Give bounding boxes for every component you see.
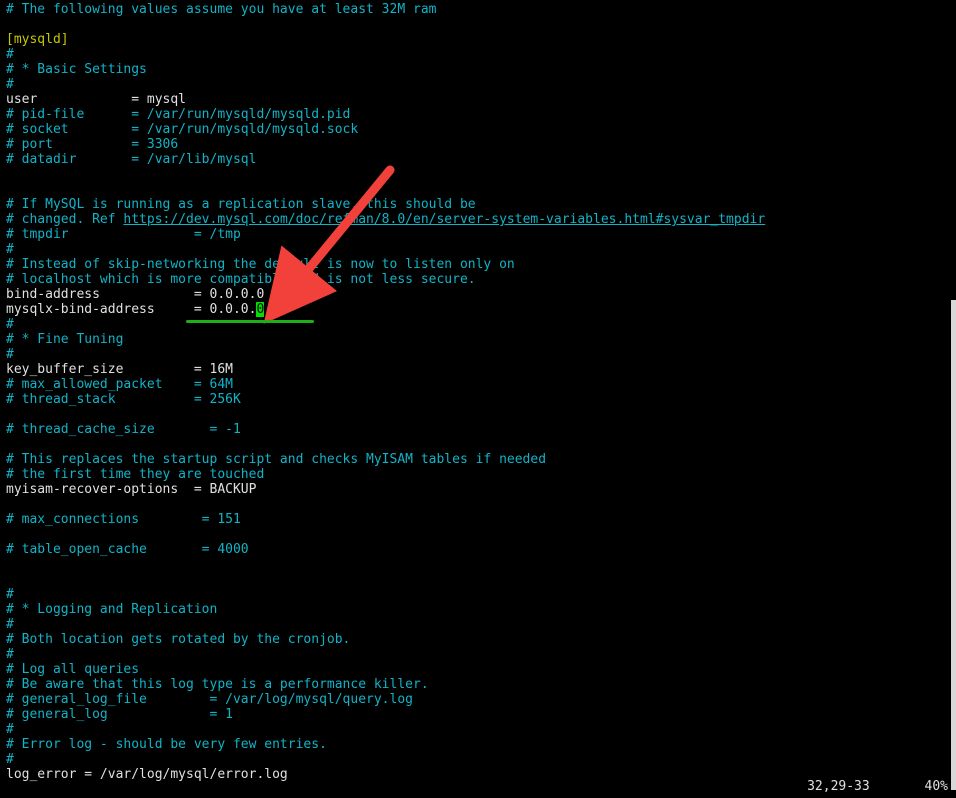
vim-cursor-position: 32,29-33 <box>807 779 870 794</box>
editor-line: # <box>6 47 950 62</box>
editor-line <box>6 527 950 542</box>
editor-line: # general_log = 1 <box>6 707 950 722</box>
editor-line: # tmpdir = /tmp <box>6 227 950 242</box>
editor-line: # * Logging and Replication <box>6 602 950 617</box>
editor-line: # general_log_file = /var/log/mysql/quer… <box>6 692 950 707</box>
editor-line: # changed. Ref https://dev.mysql.com/doc… <box>6 212 950 227</box>
editor-line: myisam-recover-options = BACKUP <box>6 482 950 497</box>
editor-line: # localhost which is more compatible and… <box>6 272 950 287</box>
editor-line: # the first time they are touched <box>6 467 950 482</box>
editor-line: # <box>6 647 950 662</box>
editor-line: # thread_stack = 256K <box>6 392 950 407</box>
editor-line: # Log all queries <box>6 662 950 677</box>
editor-line: user = mysql <box>6 92 950 107</box>
editor-line: # This replaces the startup script and c… <box>6 452 950 467</box>
editor-line: # Both location gets rotated by the cron… <box>6 632 950 647</box>
vim-status-bar: 32,29-33 40% <box>791 764 948 794</box>
editor-line: # <box>6 242 950 257</box>
editor-line: # port = 3306 <box>6 137 950 152</box>
editor-line <box>6 17 950 32</box>
terminal-editor-viewport[interactable]: # The following values assume you have a… <box>0 0 956 784</box>
editor-line <box>6 437 950 452</box>
editor-line <box>6 572 950 587</box>
text-cursor: 0 <box>256 302 264 317</box>
scrollbar[interactable] <box>951 0 956 798</box>
editor-line: # pid-file = /var/run/mysqld/mysqld.pid <box>6 107 950 122</box>
editor-line <box>6 407 950 422</box>
editor-line: # Error log - should be very few entries… <box>6 737 950 752</box>
editor-line: # <box>6 317 950 332</box>
editor-line: # <box>6 587 950 602</box>
vim-scroll-percent: 40% <box>925 779 948 794</box>
editor-line: # The following values assume you have a… <box>6 2 950 17</box>
editor-line: # socket = /var/run/mysqld/mysqld.sock <box>6 122 950 137</box>
editor-line: # datadir = /var/lib/mysql <box>6 152 950 167</box>
editor-line: # thread_cache_size = -1 <box>6 422 950 437</box>
editor-line: # Be aware that this log type is a perfo… <box>6 677 950 692</box>
editor-line: [mysqld] <box>6 32 950 47</box>
editor-line <box>6 182 950 197</box>
editor-line <box>6 497 950 512</box>
editor-line: mysqlx-bind-address = 0.0.0.0 <box>6 302 950 317</box>
editor-line: # max_allowed_packet = 64M <box>6 377 950 392</box>
editor-line <box>6 167 950 182</box>
editor-line: # * Fine Tuning <box>6 332 950 347</box>
scrollbar-thumb[interactable] <box>951 300 956 790</box>
editor-line: bind-address = 0.0.0.0 <box>6 287 950 302</box>
editor-line: # Instead of skip-networking the default… <box>6 257 950 272</box>
editor-line: # If MySQL is running as a replication s… <box>6 197 950 212</box>
editor-line <box>6 557 950 572</box>
editor-line: # * Basic Settings <box>6 62 950 77</box>
editor-line: # max_connections = 151 <box>6 512 950 527</box>
editor-line: # <box>6 617 950 632</box>
editor-line: # <box>6 722 950 737</box>
editor-line: # table_open_cache = 4000 <box>6 542 950 557</box>
editor-line: key_buffer_size = 16M <box>6 362 950 377</box>
editor-line: # <box>6 347 950 362</box>
editor-line: # <box>6 77 950 92</box>
